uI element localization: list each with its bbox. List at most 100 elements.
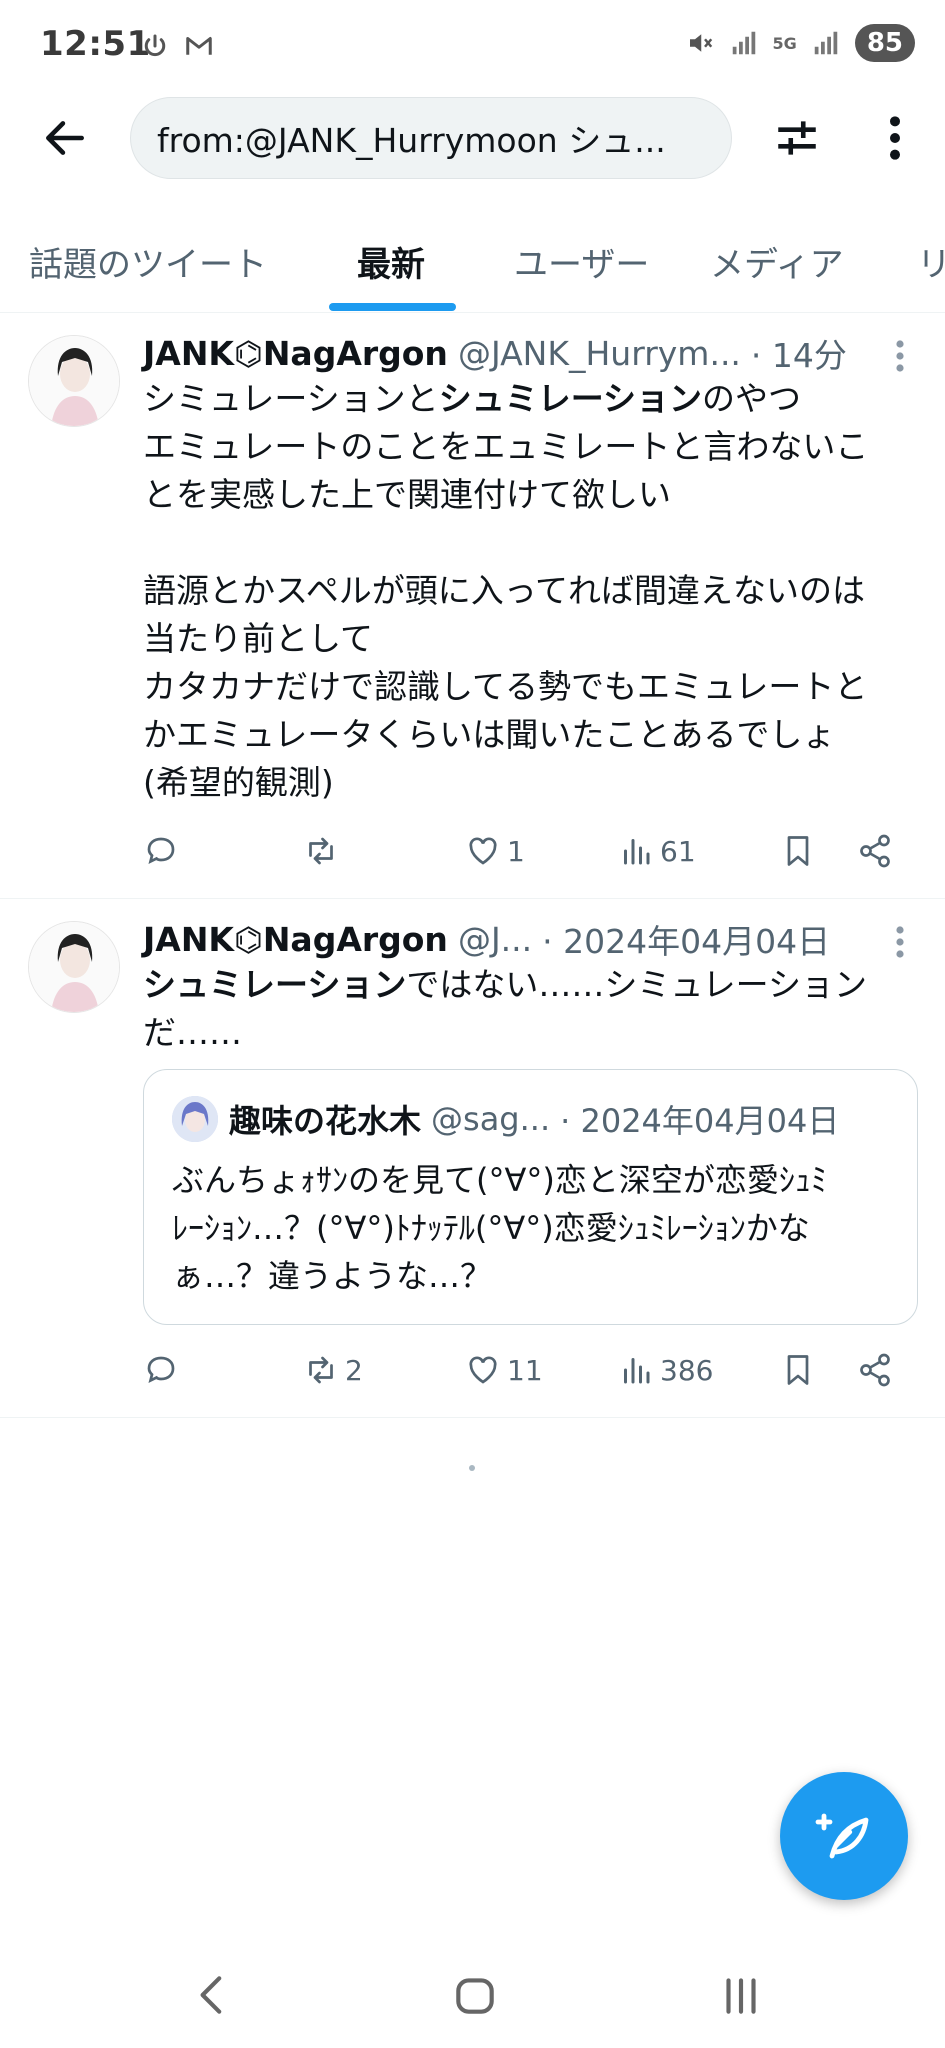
quote-line: ぁ…？違うような…？	[172, 1257, 493, 1295]
quote-avatar	[172, 1096, 218, 1142]
tweet-actions: 2 11 386	[143, 1345, 903, 1395]
share-button[interactable]	[857, 826, 899, 876]
tweet[interactable]: JANK⌬NagArgon @J... · 2024年04月04日 シュミレーシ…	[0, 899, 945, 1418]
reply-icon	[147, 1356, 175, 1384]
loading-indicator	[469, 1465, 475, 1471]
network-type: 5G	[772, 33, 797, 53]
nav-back-icon[interactable]	[183, 1970, 243, 2020]
share-button[interactable]	[857, 1345, 899, 1395]
author-handle[interactable]: @JANK_Hurrym...	[458, 334, 741, 373]
tweet-line: だ……	[143, 1013, 242, 1052]
tweet-actions: 1 61	[143, 826, 903, 876]
like-count: 11	[507, 1353, 543, 1387]
reply-icon	[147, 837, 175, 865]
bookmark-icon	[787, 1355, 809, 1385]
tweet-text: シミュレーションとシュミレーションのやつ エミュレートのことをエュミレートと言わ…	[143, 375, 918, 807]
nav-recents-icon[interactable]	[711, 1970, 771, 2020]
compose-feather-icon	[815, 1813, 869, 1859]
active-tab-indicator	[329, 303, 456, 311]
search-input[interactable]: from:@JANK_Hurrymoon シュ...	[130, 97, 732, 179]
tweet-line: カタカナだけで認識してる勢でもエミュレートと	[143, 667, 868, 706]
like-button[interactable]: 11	[465, 1345, 543, 1395]
status-right-icons: 5G 85	[685, 24, 915, 62]
tab-latest[interactable]: 最新	[357, 237, 425, 286]
tab-top[interactable]: 話題のツイート	[29, 237, 267, 286]
tab-people[interactable]: ユーザー	[514, 237, 649, 286]
nav-home-icon[interactable]	[445, 1970, 505, 2020]
signal-icon	[732, 31, 755, 55]
author-handle[interactable]: @J...	[458, 920, 532, 959]
author-name[interactable]: JANK⌬NagArgon	[143, 334, 448, 373]
system-nav-bar	[0, 1940, 945, 2048]
heart-icon	[469, 1356, 497, 1384]
tweet-line: 当たり前として	[143, 619, 374, 658]
battery-indicator: 85	[854, 24, 915, 62]
filter-sliders-icon[interactable]	[772, 113, 822, 163]
search-query: from:@JANK_Hurrymoon シュ...	[157, 121, 666, 160]
tweet-header: JANK⌬NagArgon @J... · 2024年04月04日	[143, 915, 903, 963]
tweet[interactable]: JANK⌬NagArgon @JANK_Hurrym... · 14分 シミュレ…	[0, 313, 945, 899]
retweet-button[interactable]: 2	[303, 1345, 363, 1395]
power-icon	[144, 34, 166, 57]
like-button[interactable]: 1	[465, 826, 525, 876]
tweet-line: かエミュレータくらいは聞いたことあるでしょ	[143, 715, 836, 754]
quote-time: · 2024年04月04日	[560, 1102, 840, 1140]
bookmark-button[interactable]	[780, 1345, 822, 1395]
views-button[interactable]: 386	[618, 1345, 713, 1395]
quote-line: ﾚｰｼｮﾝ…？(°∀°)ﾄﾅｯﾃﾙ(°∀°)恋愛ｼｭﾐﾚｰｼｮﾝかな	[172, 1209, 810, 1247]
reply-button[interactable]	[143, 1345, 185, 1395]
avatar-image	[29, 336, 119, 426]
share-icon	[860, 1353, 890, 1387]
quote-author-handle: @sag...	[431, 1100, 551, 1138]
tweet-more-icon[interactable]	[895, 338, 905, 374]
view-count: 386	[660, 1353, 714, 1387]
tab-media[interactable]: メディア	[710, 237, 844, 286]
gmail-icon	[186, 37, 212, 55]
signal-icon	[814, 31, 838, 55]
tweet-time[interactable]: · 2024年04月04日	[542, 915, 830, 963]
mute-icon	[689, 34, 712, 52]
tweet-line: (希望的観測)	[143, 763, 334, 802]
tweet-header: JANK⌬NagArgon @JANK_Hurrym... · 14分	[143, 329, 903, 377]
status-left-icons	[140, 30, 214, 62]
tweet-time[interactable]: · 14分	[751, 329, 847, 377]
search-header: from:@JANK_Hurrymoon シュ...	[0, 95, 945, 185]
tab-lists[interactable]: リ	[917, 237, 945, 286]
quote-author-name: 趣味の花水木	[229, 1102, 422, 1140]
status-time: 12:51	[40, 24, 151, 64]
status-bar: 12:51 5G 85	[0, 0, 945, 90]
retweet-icon	[309, 1356, 333, 1384]
tweet-line: シミュレーションとシュミレーションのやつ	[143, 379, 802, 418]
compose-tweet-button[interactable]	[780, 1772, 908, 1900]
avatar[interactable]	[28, 335, 120, 427]
avatar[interactable]	[28, 921, 120, 1013]
retweet-button[interactable]	[303, 826, 345, 876]
bookmark-icon	[787, 836, 809, 866]
quoted-tweet[interactable]: 趣味の花水木 @sag... · 2024年04月04日 ぶんちょｫｻﾝのを見て…	[143, 1069, 918, 1325]
tweet-text: シュミレーションではない……シミュレーション だ……	[143, 961, 918, 1057]
tweet-line: シュミレーションではない……シミュレーション	[143, 965, 868, 1004]
avatar-image	[29, 922, 119, 1012]
quote-line: ぶんちょｫｻﾝのを見て(°∀°)恋と深空が恋愛ｼｭﾐ	[172, 1161, 827, 1199]
quote-text: ぶんちょｫｻﾝのを見て(°∀°)恋と深空が恋愛ｼｭﾐ ﾚｰｼｮﾝ…？(°∀°)ﾄ…	[172, 1156, 892, 1300]
bookmark-button[interactable]	[780, 826, 822, 876]
tweet-line: とを実感した上で関連付けて欲しい	[143, 475, 671, 514]
tweet-line: エミュレートのことをエュミレートと言わないこ	[143, 427, 869, 466]
views-chart-icon	[624, 1358, 650, 1384]
reply-button[interactable]	[143, 826, 185, 876]
views-chart-icon	[624, 839, 650, 865]
tweet-line: 語源とかスペルが頭に入ってれば間違えないのは	[143, 571, 866, 610]
share-icon	[860, 834, 890, 868]
views-button[interactable]: 61	[618, 826, 696, 876]
tweet-more-icon[interactable]	[895, 924, 905, 960]
author-name[interactable]: JANK⌬NagArgon	[143, 920, 448, 959]
like-count: 1	[507, 834, 525, 868]
back-arrow-icon[interactable]	[40, 113, 90, 163]
more-vertical-icon[interactable]	[880, 113, 910, 163]
search-tabs: 話題のツイート 最新 ユーザー メディア リ	[0, 215, 945, 313]
retweet-count: 2	[345, 1353, 363, 1387]
retweet-icon	[309, 837, 333, 865]
quote-header: 趣味の花水木 @sag... · 2024年04月04日	[229, 1096, 899, 1142]
quote-avatar-image	[172, 1096, 218, 1142]
heart-icon	[469, 837, 497, 865]
